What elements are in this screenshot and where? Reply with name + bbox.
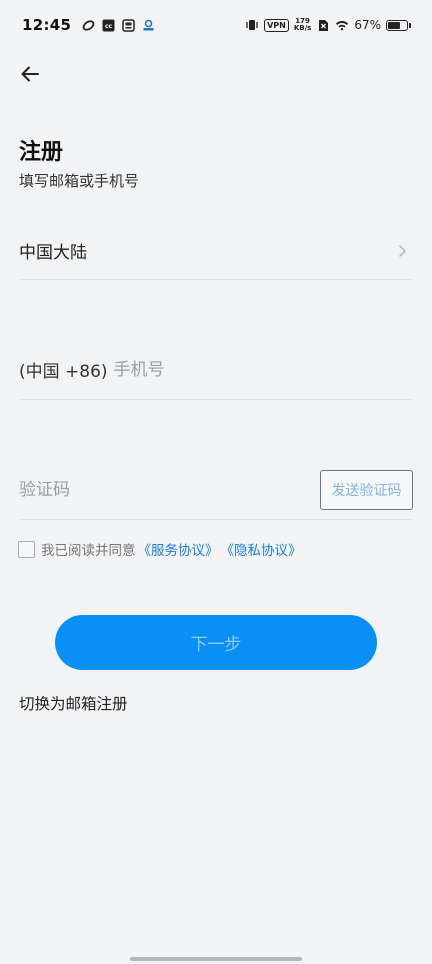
network-speed-unit: KB/s: [293, 24, 312, 32]
region-selector[interactable]: 中国大陆: [19, 222, 413, 280]
next-step-button[interactable]: 下一步: [55, 615, 377, 670]
service-agreement-link[interactable]: 《服务协议》: [138, 539, 219, 559]
status-time: 12:45: [22, 16, 72, 34]
chevron-right-icon: [399, 244, 406, 257]
battery-fill: [388, 21, 401, 29]
status-bar-right: VPN 179 KB/s 67%: [245, 18, 411, 32]
vibrate-icon: [245, 18, 259, 32]
code-field-row: 发送验证码: [19, 460, 413, 520]
status-bar-left: 12:45 cc: [22, 16, 155, 34]
bank-app-icon: [141, 18, 155, 32]
back-button[interactable]: [18, 62, 42, 86]
wifi-icon: [335, 18, 349, 32]
country-code-prefix[interactable]: (中国 +86): [19, 357, 108, 382]
battery-percent: 67%: [354, 18, 381, 32]
agreement-row: 我已阅读并同意 《服务协议》 《隐私协议》: [18, 539, 302, 559]
sim-off-icon: [316, 18, 330, 32]
register-screen: 12:45 cc VPN 179 KB/s 67% 注册 填写邮箱或手机号 中国…: [0, 0, 432, 964]
vpn-icon: VPN: [264, 18, 289, 32]
cc-app-icon: cc: [101, 18, 115, 32]
send-code-button[interactable]: 发送验证码: [320, 469, 413, 510]
app-notification-icon: [81, 18, 95, 32]
phone-input[interactable]: [113, 359, 413, 380]
page-title: 注册: [19, 140, 64, 165]
battery-icon: [386, 19, 411, 31]
page-subtitle: 填写邮箱或手机号: [19, 172, 140, 190]
home-indicator[interactable]: [130, 957, 302, 961]
switch-to-email-link[interactable]: 切换为邮箱注册: [19, 692, 128, 714]
verification-code-input[interactable]: [19, 479, 320, 500]
svg-text:cc: cc: [105, 23, 113, 30]
inbox-notification-icon: [121, 18, 135, 32]
arrow-left-icon: [21, 66, 39, 82]
status-bar: 12:45 cc VPN 179 KB/s 67%: [0, 0, 432, 50]
network-speed: 179 KB/s: [294, 18, 311, 32]
region-label: 中国大陆: [19, 243, 87, 263]
phone-field-row: (中国 +86): [19, 340, 413, 400]
agree-checkbox[interactable]: [18, 540, 35, 558]
agree-text: 我已阅读并同意: [41, 543, 136, 559]
privacy-agreement-link[interactable]: 《隐私协议》: [221, 539, 302, 559]
